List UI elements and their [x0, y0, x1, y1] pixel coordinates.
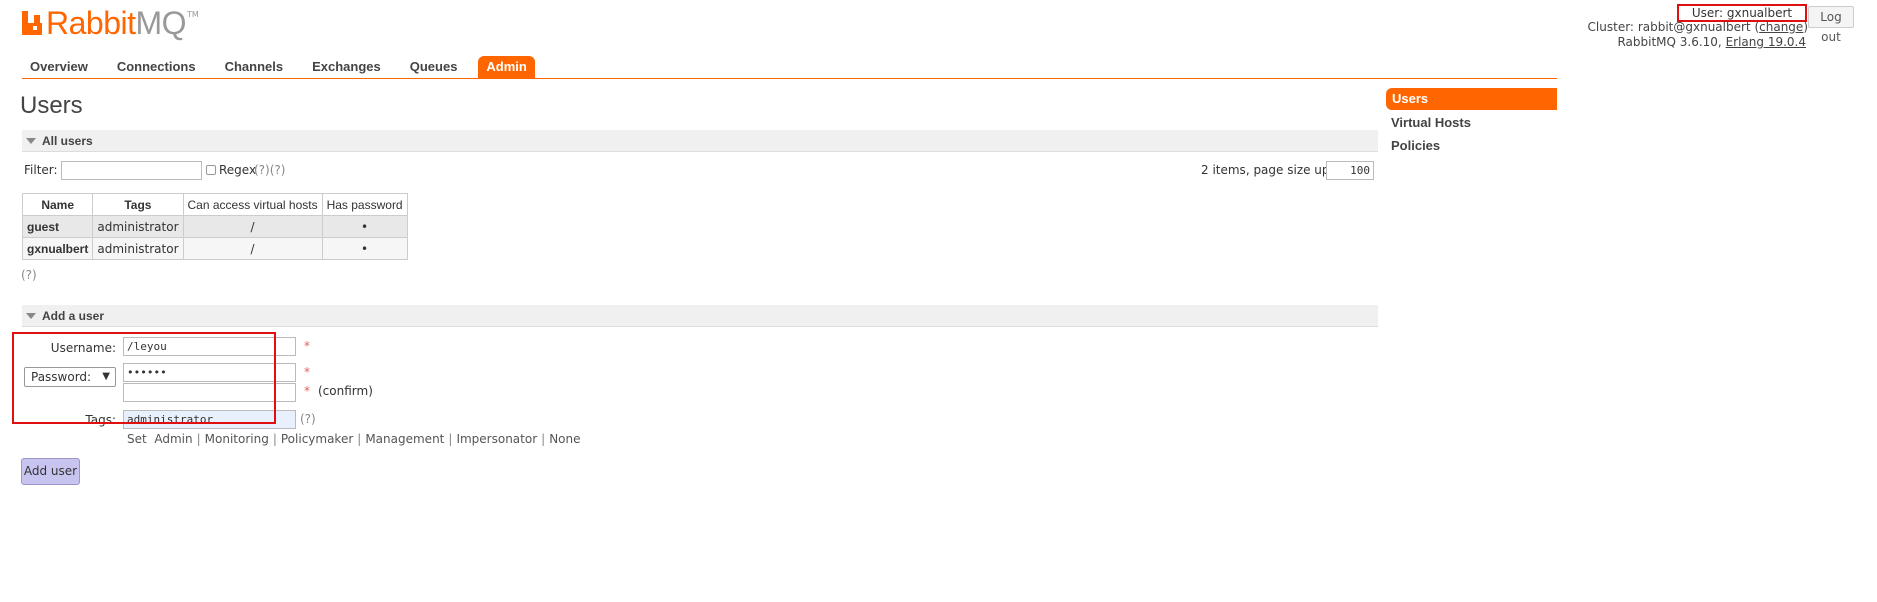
user-name-cell[interactable]: gxnualbert: [21, 237, 94, 260]
users-table: Name Tags Can access virtual hosts Has p…: [21, 193, 408, 260]
col-tags-header[interactable]: Tags: [92, 193, 184, 216]
sidebar-item-virtual-hosts[interactable]: Virtual Hosts: [1391, 115, 1471, 130]
collapse-triangle-icon: [26, 137, 36, 144]
version-info: RabbitMQ 3.6.10, Erlang 19.0.4: [1617, 35, 1806, 49]
tag-option-impersonator[interactable]: Impersonator: [456, 432, 537, 446]
filter-input[interactable]: [61, 161, 202, 180]
col-name-header[interactable]: Name: [21, 193, 94, 216]
all-users-heading: All users: [42, 133, 93, 148]
add-user-section-toggle[interactable]: Add a user: [22, 305, 1378, 327]
add-user-heading: Add a user: [42, 308, 105, 323]
tag-presets: Set Admin | Monitoring | Policymaker | Managem…: [127, 432, 581, 446]
col-vhosts-header[interactable]: Can access virtual hosts: [182, 193, 323, 216]
cluster-name: rabbit@gxnualbert: [1637, 20, 1751, 34]
logo-trademark: TM: [187, 10, 199, 19]
change-cluster-link[interactable]: change: [1759, 20, 1803, 34]
tab-overview[interactable]: Overview: [22, 56, 96, 78]
user-tags-cell: administrator: [92, 215, 184, 238]
tag-option-admin[interactable]: Admin: [154, 432, 192, 446]
user-name-cell[interactable]: guest: [21, 215, 94, 238]
tab-admin[interactable]: Admin: [478, 56, 535, 78]
table-row[interactable]: guest administrator / •: [21, 215, 408, 238]
cluster-info: Cluster: rabbit@gxnualbert (change): [1587, 20, 1808, 34]
highlight-box: [12, 332, 276, 424]
tag-option-policymaker[interactable]: Policymaker: [281, 432, 353, 446]
user-vhosts-cell: /: [182, 237, 323, 260]
user-vhosts-cell: /: [182, 215, 323, 238]
all-users-section-toggle[interactable]: All users: [22, 130, 1378, 152]
tab-connections[interactable]: Connections: [109, 56, 204, 78]
regex-checkbox[interactable]: [206, 165, 216, 175]
user-tags-cell: administrator: [92, 237, 184, 260]
tab-divider: [22, 78, 1557, 79]
tags-help-link[interactable]: (?): [300, 412, 316, 426]
regex-label: Regex: [219, 163, 257, 177]
confirm-label: (confirm): [318, 384, 373, 398]
logo-text-mq: MQ: [135, 4, 187, 41]
rabbitmq-version: RabbitMQ 3.6.10,: [1617, 35, 1722, 49]
sidebar-item-users[interactable]: Users: [1386, 88, 1557, 110]
logo-text-rabbit: Rabbit: [46, 4, 136, 41]
tag-option-management[interactable]: Management: [365, 432, 444, 446]
filter-label: Filter:: [24, 163, 58, 177]
tag-option-none[interactable]: None: [549, 432, 580, 446]
set-label: Set: [127, 432, 147, 446]
sidebar-item-policies[interactable]: Policies: [1391, 138, 1440, 153]
table-header-row: Name Tags Can access virtual hosts Has p…: [21, 193, 408, 216]
add-user-button[interactable]: Add user: [21, 458, 80, 485]
logout-button[interactable]: Log out: [1808, 6, 1854, 44]
user-password-cell: •: [321, 215, 408, 238]
password-required-mark: *: [304, 365, 310, 379]
main-tabs: Overview Connections Channels Exchanges …: [22, 56, 535, 78]
rabbit-logo-icon: [22, 11, 42, 35]
tag-option-monitoring[interactable]: Monitoring: [205, 432, 269, 446]
table-row[interactable]: gxnualbert administrator / •: [21, 237, 408, 260]
confirm-required-mark: *: [304, 384, 310, 398]
user-label: User:: [1691, 6, 1724, 20]
tab-exchanges[interactable]: Exchanges: [304, 56, 389, 78]
items-count: 2 items, page size up to: [1201, 163, 1346, 177]
collapse-triangle-icon: [26, 312, 36, 319]
rabbitmq-logo: Rabbit MQ TM: [22, 4, 199, 41]
erlang-version: Erlang 19.0.4: [1725, 35, 1806, 49]
username-required-mark: *: [304, 339, 310, 353]
tab-queues[interactable]: Queues: [402, 56, 466, 78]
user-name: gxnualbert: [1726, 6, 1793, 20]
table-help-link[interactable]: (?): [21, 268, 37, 282]
user-password-cell: •: [321, 237, 408, 260]
col-password-header[interactable]: Has password: [321, 193, 408, 216]
page-size-input[interactable]: [1326, 161, 1374, 180]
regex-help-link[interactable]: (?)(?): [254, 163, 285, 177]
page-title: Users: [20, 92, 83, 119]
cluster-label: Cluster:: [1587, 20, 1634, 34]
tab-channels[interactable]: Channels: [217, 56, 292, 78]
